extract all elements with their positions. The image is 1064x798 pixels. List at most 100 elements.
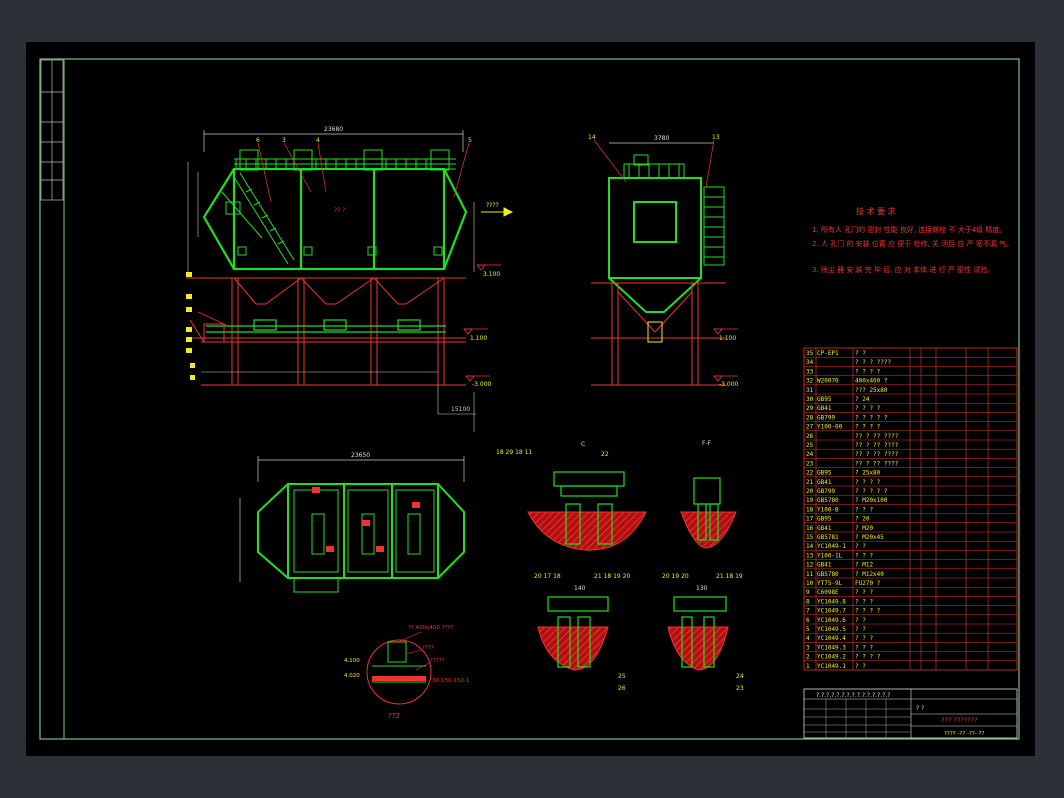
- note-1: 1. 所有人 孔门的 密封 性能 良好, 连接螺栓 不 大于4级 精度。: [812, 225, 1006, 234]
- bom-name: ? M12x40: [855, 571, 884, 578]
- bom-code: Y100-B: [817, 506, 839, 513]
- bom-no: 5: [806, 626, 810, 633]
- bom-name: ? ? ? ? ?: [855, 414, 888, 421]
- bom-code: YC1049-1: [817, 543, 846, 550]
- lower-dim-text: 15100: [451, 406, 470, 413]
- circle-elev-2: 4.020: [344, 673, 360, 679]
- bom-no: 29: [806, 405, 814, 412]
- title-block: ?.?.?.?.?.?.?.?.?.?.?.?.?.?.? ? ? ??? ??…: [803, 688, 1018, 739]
- bom-name: ? ? ? ? ?: [855, 488, 888, 495]
- detail-d-23: 23: [736, 685, 744, 692]
- side-leader-14: 14: [588, 134, 596, 141]
- elev-label-2: 1.100: [470, 335, 487, 342]
- bom-name: ? ? ?: [855, 506, 873, 513]
- bom-code: C6098E: [817, 589, 839, 596]
- bom-name: ? ?: [855, 543, 866, 550]
- bom-name: ? ? ? ?: [855, 654, 881, 661]
- bom-no: 11: [806, 571, 814, 578]
- bom-name: ? M20: [855, 525, 873, 532]
- bom-name: ? ? ?: [855, 635, 873, 642]
- bom-name: ? ? ? ?: [855, 479, 881, 486]
- bom-no: 18: [806, 506, 814, 513]
- cad-drawing: 23680 3.100 1.100 -3.000 15100 ???? ?? ?…: [39, 58, 1020, 740]
- bom-no: 24: [806, 451, 814, 458]
- bom-no: 20: [806, 488, 814, 495]
- bom-no: 26: [806, 433, 814, 440]
- detail-section-a: 18 29 18 11 22 C: [496, 441, 647, 551]
- detail-c-25: 25: [618, 673, 626, 680]
- bom-code: GB95: [817, 470, 832, 477]
- detail-d-24: 24: [736, 673, 744, 680]
- bom-code: GB5780: [817, 571, 839, 578]
- detail-d-labels-2: 21 18 19: [716, 573, 743, 580]
- bom-code: YC1049.1: [817, 663, 846, 670]
- bom-name: ?? ? ?? ????: [855, 433, 899, 440]
- bom-code: GB799: [817, 414, 835, 421]
- bom-no: 12: [806, 562, 814, 569]
- plan-dim: 23650: [351, 452, 370, 459]
- bom-name: ? ? ? ?: [855, 368, 881, 375]
- bom-no: 35: [806, 350, 814, 357]
- circle-elev-1: 4.100: [344, 658, 360, 664]
- bom-no: 17: [806, 516, 814, 523]
- bom-name: ? 24: [855, 396, 870, 403]
- note-2: 2. 人 孔门 的 安装 位置 应 便于 检修, 关 闭后 应 严 密不漏 气。: [812, 239, 1013, 248]
- bom-no: 30: [806, 396, 814, 403]
- detail-a-22: 22: [601, 451, 609, 458]
- bom-code: YT75-9L: [817, 580, 843, 587]
- note-3: 3. 除尘 器 安 装 完 毕 后, 应 对 本体 进 行 严 密性 试验。: [812, 265, 994, 274]
- front-elevation: 23680 3.100 1.100 -3.000 15100 ???? ?? ?…: [186, 126, 514, 432]
- bom-no: 1: [806, 663, 810, 670]
- bom-name: ? M20x100: [855, 497, 888, 504]
- detail-section-c: 20 17 18 21 18 19 20 140 25 26: [534, 573, 630, 692]
- bom-code: GB41: [817, 405, 832, 412]
- bom-name: ? ? ? ?: [855, 405, 881, 412]
- leader-6: 6: [256, 137, 260, 144]
- drawing-name: ??? ???????: [941, 716, 978, 724]
- bom-no: 16: [806, 525, 814, 532]
- detail-d-dim: 130: [696, 585, 708, 592]
- drawing-sheet: 23680 3.100 1.100 -3.000 15100 ???? ?? ?…: [26, 42, 1035, 756]
- detail-a-labels: 18 29 18 11: [496, 449, 532, 456]
- bom-code: GB41: [817, 525, 832, 532]
- circle-detail: ?? 400x400 ???? ???? ????? 30-150-150-1 …: [344, 625, 469, 720]
- bom-code: YC1049.7: [817, 608, 846, 615]
- bom-no: 19: [806, 497, 814, 504]
- bom-no: 25: [806, 442, 814, 449]
- bom-name: ? ? ?: [855, 589, 873, 596]
- bom-code: YC1049.4: [817, 635, 846, 642]
- bom-name: ? ?: [855, 617, 866, 624]
- bom-name: ? 25x80: [855, 470, 881, 477]
- bom-name: ??? 25x80: [855, 387, 888, 394]
- bom-name: ? ?: [855, 663, 866, 670]
- bom-no: 15: [806, 534, 814, 541]
- top-dim-text: 23680: [324, 126, 343, 133]
- bom-name: FU270 ?: [855, 580, 881, 587]
- leader-4: 4: [316, 137, 320, 144]
- bom-no: 9: [806, 589, 810, 596]
- side-top-dim: 3780: [654, 135, 669, 142]
- bom-code: GB799: [817, 488, 835, 495]
- bom-name: ? ? ? ?: [855, 608, 881, 615]
- bom-name: ? M12: [855, 562, 873, 569]
- notes-title: 技 术 要 求: [856, 206, 896, 216]
- bom-name: ? ?: [855, 626, 866, 633]
- circle-label-2: ????: [422, 645, 434, 651]
- bom-name: ?? ? ?? ????: [855, 460, 899, 467]
- bom-code: GB5781: [817, 534, 839, 541]
- circle-label-1: ?? 400x400 ????: [408, 625, 453, 631]
- circle-name: ??2: [388, 712, 400, 720]
- bom-no: 7: [806, 608, 810, 615]
- bom-no: 10: [806, 580, 814, 587]
- bom-code: CP-EP1: [817, 350, 839, 357]
- side-elevation: 3780 1.100 -3.000 14 13: [588, 134, 739, 388]
- bom-code: GB41: [817, 479, 832, 486]
- drawing-number: ???? -?? -??- ??: [944, 731, 984, 737]
- title-line-1: ?.?.?.?.?.?.?.?.?.?.?.?.?.?.?: [816, 692, 890, 699]
- detail-c-labels-2: 21 18 19 20: [594, 573, 630, 580]
- side-elev-2: -3.000: [719, 381, 739, 388]
- elev-label-3: -3.000: [472, 381, 492, 388]
- bom-table: 35 CP-EP1? ?34? ? ? ????33? ? ? ?32 W20070…: [803, 347, 1018, 671]
- bom-name: ?? ? ?? ????: [855, 442, 899, 449]
- bom-no: 32: [806, 378, 814, 385]
